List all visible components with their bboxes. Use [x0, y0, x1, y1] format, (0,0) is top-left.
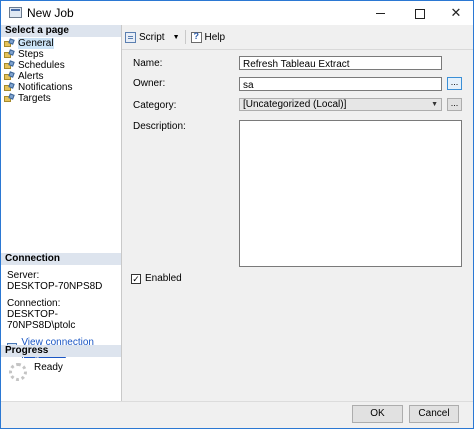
description-field[interactable]: [239, 120, 462, 267]
category-selected-value: [Uncategorized (Local)]: [243, 99, 347, 110]
connection-header: Connection: [1, 253, 121, 265]
chevron-down-icon[interactable]: ▼: [173, 34, 180, 41]
connection-label: Connection:: [7, 298, 61, 309]
page-item-steps[interactable]: Steps: [4, 49, 72, 60]
close-icon: ✕: [450, 5, 462, 20]
page-item-label: Notifications: [18, 82, 73, 93]
script-icon: [125, 31, 136, 43]
progress-spinner-icon: [9, 363, 27, 381]
bottom-divider: [1, 401, 473, 402]
window-title: New Job: [27, 6, 74, 20]
description-label: Description:: [133, 121, 186, 132]
ok-button[interactable]: OK: [352, 405, 403, 423]
minimize-button[interactable]: [363, 1, 397, 25]
page-item-label: General: [18, 38, 54, 49]
chevron-down-icon: ▼: [431, 101, 438, 108]
name-field[interactable]: Refresh Tableau Extract: [239, 56, 442, 70]
progress-header: Progress: [1, 345, 121, 357]
page-item-general[interactable]: General: [4, 38, 72, 49]
toolbar: Script ▼ Help: [125, 28, 225, 46]
title-bar: New Job ✕: [1, 1, 473, 25]
enabled-checkbox[interactable]: ✓: [131, 273, 141, 284]
category-browse-button[interactable]: ...: [447, 98, 462, 111]
toolbar-separator: [184, 30, 186, 44]
category-select[interactable]: [Uncategorized (Local)] ▼: [239, 98, 442, 111]
server-label: Server:: [7, 270, 40, 281]
owner-browse-button[interactable]: ...: [447, 77, 462, 90]
wrench-icon: [4, 72, 15, 81]
enabled-label: Enabled: [145, 273, 182, 284]
progress-status: Ready: [34, 362, 63, 373]
connection-value: DESKTOP-70NPS8D\ptolc: [7, 309, 76, 331]
maximize-button[interactable]: [403, 1, 437, 25]
select-page-header: Select a page: [1, 25, 121, 37]
owner-label: Owner:: [133, 78, 166, 89]
wrench-icon: [4, 39, 15, 48]
script-label: Script: [139, 31, 165, 43]
page-item-label: Targets: [18, 93, 51, 104]
script-button[interactable]: Script ▼: [125, 31, 180, 43]
minimize-icon: [375, 13, 385, 15]
wrench-icon: [4, 50, 15, 59]
page-item-label: Steps: [18, 49, 44, 60]
page-item-label: Schedules: [18, 60, 65, 71]
wrench-icon: [4, 94, 15, 103]
page-item-notifications[interactable]: Notifications: [4, 82, 72, 93]
left-pane: Select a page General Steps Schedules Al…: [1, 25, 122, 401]
cancel-button[interactable]: Cancel: [409, 405, 459, 423]
page-item-alerts[interactable]: Alerts: [4, 71, 72, 82]
category-label: Category:: [133, 100, 177, 111]
page-list: General Steps Schedules Alerts Notificat…: [4, 38, 72, 104]
help-label: Help: [204, 31, 226, 43]
close-button[interactable]: ✕: [439, 1, 473, 25]
page-item-label: Alerts: [18, 71, 44, 82]
progress-area: Ready: [9, 360, 63, 381]
wrench-icon: [4, 61, 15, 70]
page-item-targets[interactable]: Targets: [4, 93, 72, 104]
new-job-window: New Job ✕ Select a page General Steps Sc…: [0, 0, 474, 429]
owner-field[interactable]: sa: [239, 77, 442, 91]
toolbar-divider: [122, 49, 473, 50]
enabled-checkbox-row[interactable]: ✓ Enabled: [131, 273, 182, 284]
general-page-panel: Script ▼ Help Name: Refresh Tableau Extr…: [122, 25, 473, 401]
wrench-icon: [4, 83, 15, 92]
maximize-icon: [415, 8, 425, 19]
name-label: Name:: [133, 58, 163, 69]
server-value: DESKTOP-70NPS8D: [7, 281, 103, 292]
help-icon: [190, 31, 202, 43]
window-app-icon: [9, 7, 22, 18]
help-button[interactable]: Help: [190, 31, 226, 43]
page-item-schedules[interactable]: Schedules: [4, 60, 72, 71]
